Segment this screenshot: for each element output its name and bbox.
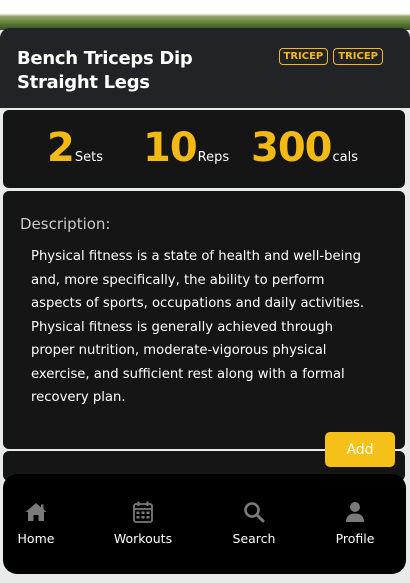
nav-item-search[interactable]: Search [214, 500, 294, 546]
nav-item-home[interactable]: Home [0, 500, 76, 546]
exercise-title: Bench Triceps Dip Straight Legs [17, 48, 193, 93]
description-card: Description: Physical fitness is a state… [3, 191, 405, 449]
bottom-nav: Home Workouts Search Profile [3, 474, 406, 574]
calendar-icon [131, 500, 155, 524]
search-icon [242, 500, 266, 524]
reps-value: 10 [143, 125, 198, 171]
sets-value: 2 [47, 125, 75, 171]
reps-unit: Reps [197, 150, 230, 165]
nav-label-profile: Profile [335, 531, 375, 546]
muscle-tags: TRICEP TRICEP [278, 48, 383, 65]
exercise-detail-screen: Bench Triceps Dip Straight Legs TRICEP T… [0, 0, 410, 583]
description-label: Description: [20, 215, 111, 233]
muscle-tag: TRICEP [278, 48, 329, 65]
nav-label-search: Search [232, 531, 276, 546]
cals-stat: 300 cals [251, 124, 358, 172]
sets-unit: Sets [74, 150, 103, 165]
nav-label-workouts: Workouts [113, 531, 173, 546]
nav-label-home: Home [17, 531, 55, 546]
nav-item-workouts[interactable]: Workouts [103, 500, 183, 546]
reps-stat: 10 Reps [143, 124, 229, 172]
cals-value: 300 [251, 125, 332, 171]
stats-card: 2 Sets 10 Reps 300 cals [3, 110, 405, 188]
add-button[interactable]: Add [325, 432, 395, 467]
sets-stat: 2 Sets [47, 124, 103, 172]
cals-unit: cals [332, 150, 359, 165]
description-text: Physical fitness is a state of health an… [31, 249, 365, 405]
user-icon [343, 500, 367, 524]
muscle-tag: TRICEP [333, 48, 383, 65]
hero-image [0, 0, 410, 30]
nav-item-profile[interactable]: Profile [315, 500, 395, 546]
exercise-header: Bench Triceps Dip Straight Legs TRICEP T… [0, 28, 410, 108]
home-icon [24, 500, 48, 524]
